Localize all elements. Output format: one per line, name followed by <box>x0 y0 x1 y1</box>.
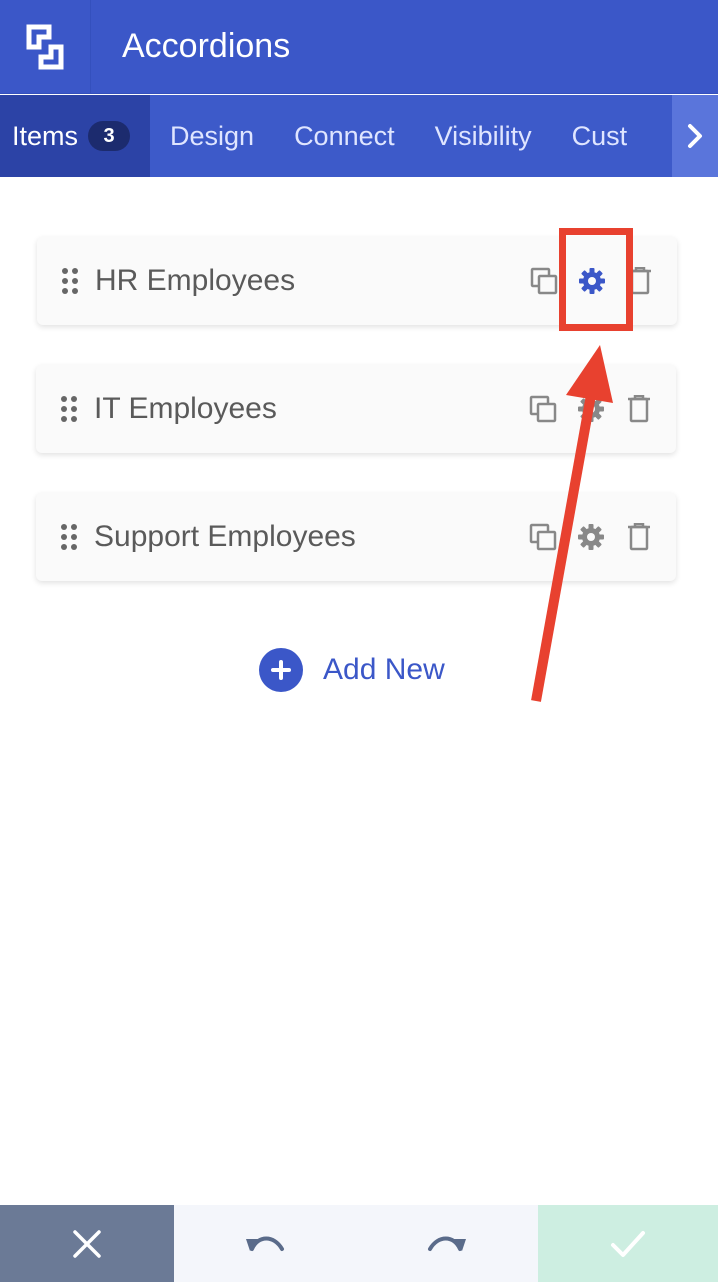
trash-icon[interactable] <box>625 266 655 296</box>
accordion-item-support[interactable]: Support Employees <box>36 493 676 581</box>
plus-icon <box>259 648 303 692</box>
duplicate-icon[interactable] <box>529 266 559 296</box>
save-button[interactable] <box>538 1205 718 1282</box>
accordion-item-it[interactable]: IT Employees <box>36 365 676 453</box>
duplicate-icon[interactable] <box>528 522 558 552</box>
check-icon <box>611 1230 645 1257</box>
top-header: Accordions <box>0 0 718 94</box>
duplicate-icon[interactable] <box>528 394 558 424</box>
item-label: IT Employees <box>94 392 277 425</box>
items-count-badge: 3 <box>88 121 131 151</box>
tabs-scroll-right-button[interactable] <box>672 95 718 177</box>
add-new-label: Add New <box>323 653 445 686</box>
tab-bar: Items 3 Design Connect Visibility Cust <box>0 95 718 177</box>
trash-icon[interactable] <box>624 522 654 552</box>
close-icon <box>73 1229 101 1258</box>
item-label: Support Employees <box>94 520 356 553</box>
undo-icon <box>246 1236 284 1251</box>
gear-icon[interactable] <box>577 266 607 296</box>
builder-logo-icon <box>26 24 64 69</box>
cancel-button[interactable] <box>0 1205 174 1282</box>
chevron-right-icon <box>688 124 702 148</box>
tab-custom[interactable]: Cust <box>552 95 648 177</box>
drag-handle-icon[interactable] <box>58 523 80 551</box>
gear-icon[interactable] <box>576 394 606 424</box>
tab-items[interactable]: Items 3 <box>0 95 151 177</box>
redo-button[interactable] <box>356 1205 538 1282</box>
drag-handle-icon[interactable] <box>59 267 81 295</box>
drag-handle-icon[interactable] <box>58 395 80 423</box>
page-title: Accordions <box>122 27 291 65</box>
add-new-button[interactable]: Add New <box>259 648 445 692</box>
undo-button[interactable] <box>174 1205 356 1282</box>
trash-icon[interactable] <box>624 394 654 424</box>
footer-bar <box>0 1205 718 1282</box>
tab-design[interactable]: Design <box>150 95 274 177</box>
logo <box>0 0 91 94</box>
redo-icon <box>428 1236 466 1251</box>
item-label: HR Employees <box>95 264 296 297</box>
tab-visibility[interactable]: Visibility <box>415 95 552 177</box>
accordion-item-hr[interactable]: HR Employees <box>37 237 677 325</box>
gear-icon[interactable] <box>576 522 606 552</box>
tab-connect[interactable]: Connect <box>274 95 415 177</box>
tab-items-label: Items <box>12 120 79 151</box>
